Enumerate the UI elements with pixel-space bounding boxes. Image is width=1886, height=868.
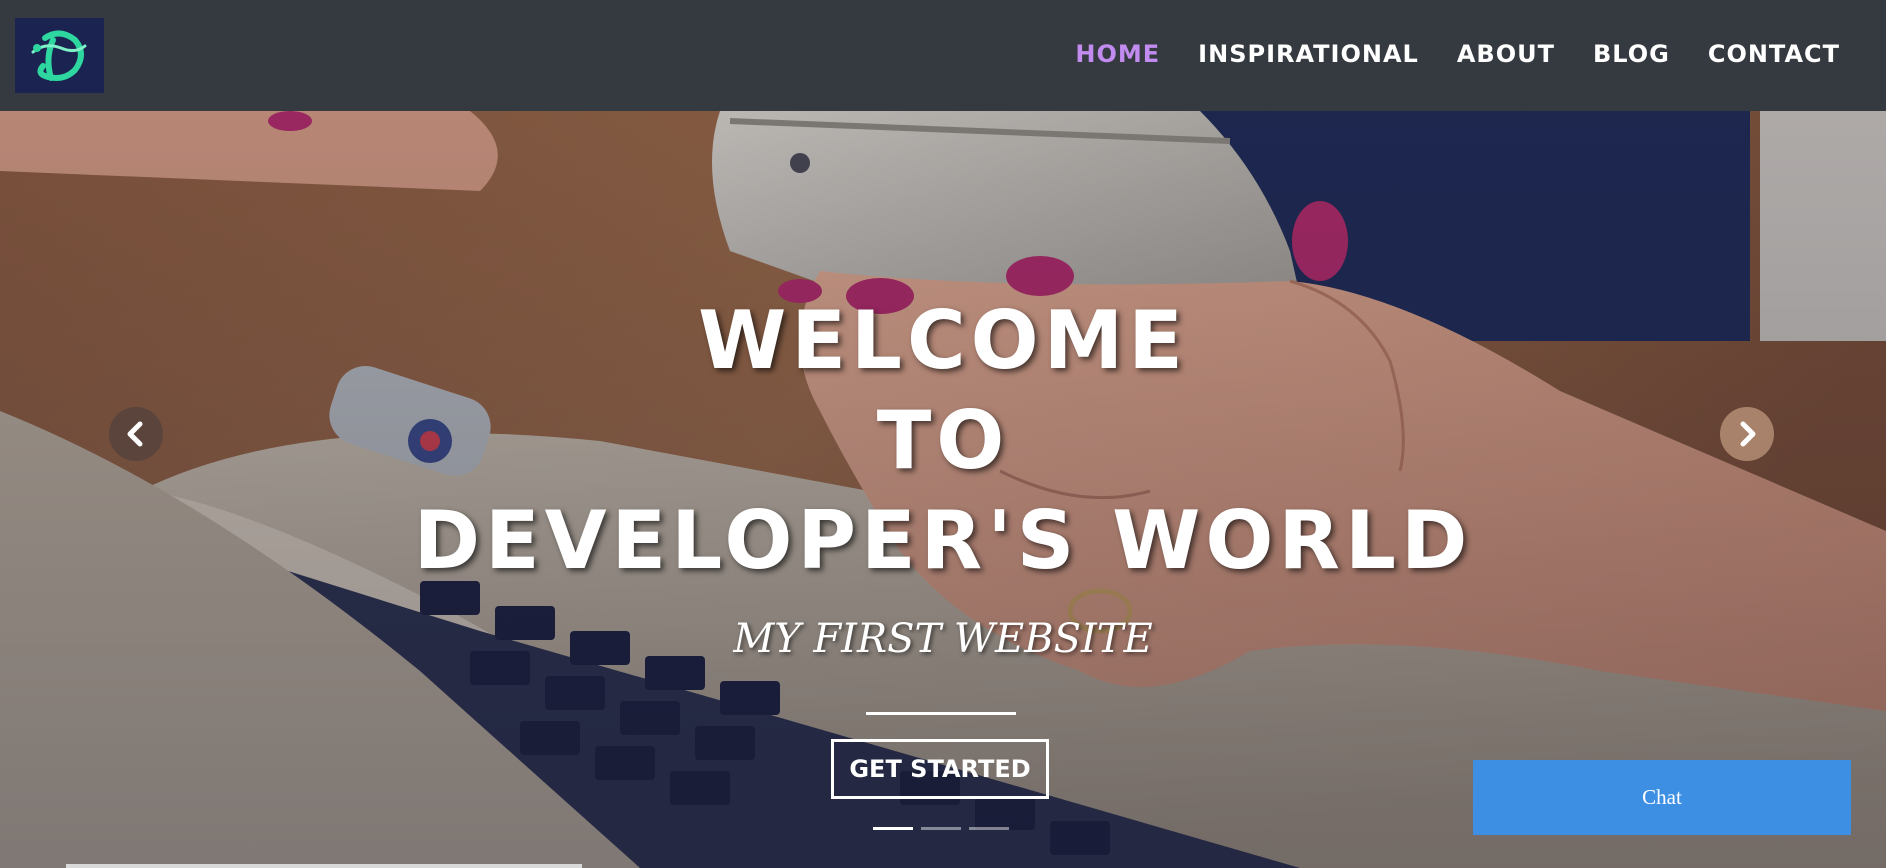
carousel-indicator-1[interactable] [873,827,913,830]
get-started-button[interactable]: GET STARTED [831,739,1049,799]
hero-subtitle: MY FIRST WEBSITE [733,616,1153,662]
nav-item-contact[interactable]: CONTACT [1708,40,1840,68]
carousel-indicator-2[interactable] [921,827,961,830]
hero-title-line-3: DEVELOPER'S WORLD [413,494,1473,587]
hero-carousel: WELCOME TO DEVELOPER'S WORLD MY FIRST WE… [0,111,1886,868]
nav-item-blog[interactable]: BLOG [1593,40,1670,68]
nav-item-inspirational[interactable]: INSPIRATIONAL [1198,40,1419,68]
chat-button[interactable]: Chat [1473,760,1851,835]
hero-title-line-2: TO [876,394,1010,487]
top-navbar: HOME INSPIRATIONAL ABOUT BLOG CONTACT [0,0,1886,111]
hero-divider [866,712,1016,715]
site-logo[interactable] [15,18,104,93]
carousel-indicators [873,827,1009,830]
d-monogram-logo-icon [15,18,104,93]
hero-title-line-1: WELCOME [698,294,1188,387]
nav-item-home[interactable]: HOME [1075,40,1160,68]
page-progress-bar [66,864,582,868]
nav-item-about[interactable]: ABOUT [1457,40,1555,68]
hero-title: WELCOME TO DEVELOPER'S WORLD [0,291,1886,591]
carousel-indicator-3[interactable] [969,827,1009,830]
main-nav: HOME INSPIRATIONAL ABOUT BLOG CONTACT [1075,40,1840,68]
